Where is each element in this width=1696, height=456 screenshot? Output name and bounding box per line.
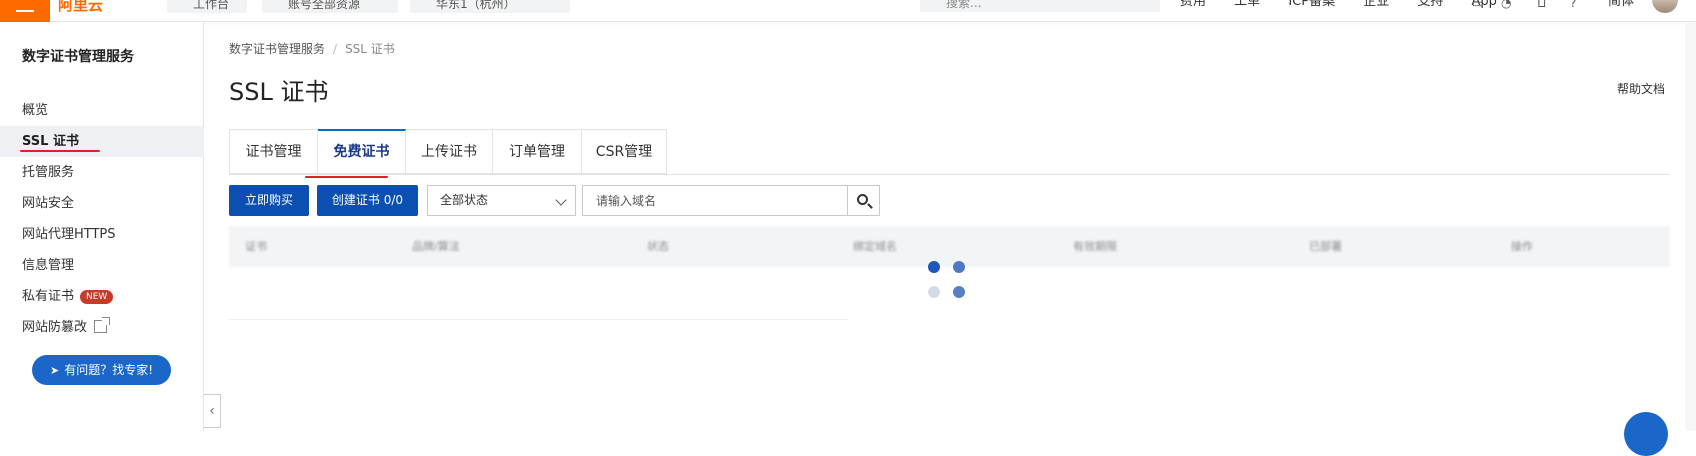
sidebar-item-ssl-cert[interactable]: SSL 证书 <box>0 126 204 157</box>
sidebar-item-tamper-protection[interactable]: 网站防篡改 <box>0 312 204 343</box>
avatar[interactable] <box>1652 0 1678 13</box>
sidebar-item-private-cert[interactable]: 私有证书 NEW <box>0 281 204 312</box>
loading-spinner <box>928 261 968 301</box>
top-link-support[interactable]: 支持 <box>1417 0 1443 9</box>
tab-cert-management[interactable]: 证书管理 <box>229 129 318 174</box>
sidebar-item-site-security[interactable]: 网站安全 <box>0 188 204 219</box>
status-select[interactable]: 全部状态 <box>427 185 576 216</box>
sidebar-item-label: 网站代理HTTPS <box>22 227 116 242</box>
top-link-fee[interactable]: 费用 <box>1180 0 1206 9</box>
sidebar-item-label: 私有证书 <box>22 289 75 304</box>
breadcrumb: 数字证书管理服务 / SSL 证书 <box>229 40 395 57</box>
domain-search-field[interactable] <box>582 185 849 216</box>
breadcrumb-separator: / <box>333 42 338 56</box>
tab-csr-management[interactable]: CSR管理 <box>582 129 667 174</box>
top-link-enterprise[interactable]: 企业 <box>1363 0 1389 9</box>
sidebar: 数字证书管理服务 概览 SSL 证书 托管服务 网站安全 网站代理HTTPS 信… <box>0 22 204 431</box>
help-icon[interactable]: ? <box>1570 0 1584 9</box>
language-label: 简体 <box>1608 0 1635 9</box>
ask-expert-button[interactable]: ➤ 有问题？找专家! <box>32 355 171 385</box>
menu-icon[interactable] <box>0 0 50 22</box>
sidebar-item-label: 托管服务 <box>22 165 75 180</box>
column-header: 品牌/算法 <box>412 240 460 253</box>
top-links: 费用 工单 ICP备案 企业 支持 App <box>1180 0 1521 10</box>
spinner-dot <box>953 286 965 298</box>
sidebar-title: 数字证书管理服务 <box>22 49 134 65</box>
main-content: 数字证书管理服务 / SSL 证书 SSL 证书 帮助文档 证书管理 免费证书 上传… <box>205 22 1696 431</box>
top-link-ticket[interactable]: 工单 <box>1234 0 1260 9</box>
breadcrumb-current: SSL 证书 <box>345 42 395 56</box>
tab-order-management[interactable]: 订单管理 <box>493 129 582 174</box>
bell-icon[interactable]: ◔ <box>1501 0 1515 9</box>
sidebar-item-https-proxy[interactable]: 网站代理HTTPS <box>0 219 204 250</box>
region-selector[interactable]: 华东1（杭州） <box>410 0 570 13</box>
column-header: 证书 <box>245 240 267 253</box>
resources-button[interactable]: 账号全部资源 <box>262 0 398 13</box>
domain-search-input[interactable] <box>583 186 849 215</box>
column-header: 有效期限 <box>1073 240 1117 253</box>
global-search-input[interactable]: 搜索... <box>920 0 1160 12</box>
sidebar-item-managed-service[interactable]: 托管服务 <box>0 157 204 188</box>
annotation-underline <box>20 150 100 152</box>
column-header: 操作 <box>1511 240 1533 253</box>
table-divider <box>229 319 849 320</box>
sidebar-item-overview[interactable]: 概览 <box>0 95 204 126</box>
status-select-value: 全部状态 <box>440 193 489 207</box>
sidebar-item-info-management[interactable]: 信息管理 <box>0 250 204 281</box>
sidebar-item-label: 概览 <box>22 103 49 118</box>
top-link-icp[interactable]: ICP备案 <box>1288 0 1335 9</box>
annotation-underline <box>305 176 388 178</box>
spinner-dot <box>928 261 940 273</box>
sidebar-item-label: 网站防篡改 <box>22 320 88 335</box>
sidebar-item-label: 网站安全 <box>22 196 75 211</box>
external-link-icon <box>94 317 111 333</box>
chevron-down-icon <box>555 194 567 206</box>
create-cert-button[interactable]: 创建证书 0/0 <box>317 185 418 216</box>
search-button[interactable] <box>848 185 880 216</box>
workbench-button[interactable]: 工作台 <box>167 0 247 13</box>
ask-expert-label: 有问题？找专家! <box>64 363 154 377</box>
tab-divider <box>229 174 1670 175</box>
language-switch[interactable]: 简体 <box>1608 0 1658 10</box>
new-badge: NEW <box>80 290 114 304</box>
tab-free-cert[interactable]: 免费证书 <box>318 129 406 174</box>
floating-assistant-button[interactable] <box>1624 412 1668 456</box>
spinner-dot <box>953 261 965 273</box>
breadcrumb-root[interactable]: 数字证书管理服务 <box>229 42 325 56</box>
sidebar-item-label: 信息管理 <box>22 258 75 273</box>
column-header: 状态 <box>647 240 669 253</box>
page-title: SSL 证书 <box>229 78 329 106</box>
help-doc-link[interactable]: 帮助文档 <box>1617 80 1665 97</box>
top-navigation-bar: 阿里云 工作台 账号全部资源 华东1（杭州） 搜索... 费用 工单 ICP备案… <box>0 0 1696 22</box>
sidebar-item-label: SSL 证书 <box>22 134 79 149</box>
page-scrollbar[interactable] <box>1685 22 1696 431</box>
tab-upload-cert[interactable]: 上传证书 <box>406 129 493 174</box>
column-header: 绑定域名 <box>853 240 897 253</box>
cart-icon[interactable]: ⊔ <box>1537 0 1551 9</box>
pointer-icon: ➤ <box>49 364 60 377</box>
column-header: 已部署 <box>1309 240 1342 253</box>
terminal-icon[interactable]: ▭ <box>1472 0 1486 9</box>
spinner-dot <box>928 286 940 298</box>
aliyun-logo[interactable]: 阿里云 <box>58 0 103 13</box>
buy-now-button[interactable]: 立即购买 <box>229 185 309 216</box>
search-icon <box>857 194 868 205</box>
